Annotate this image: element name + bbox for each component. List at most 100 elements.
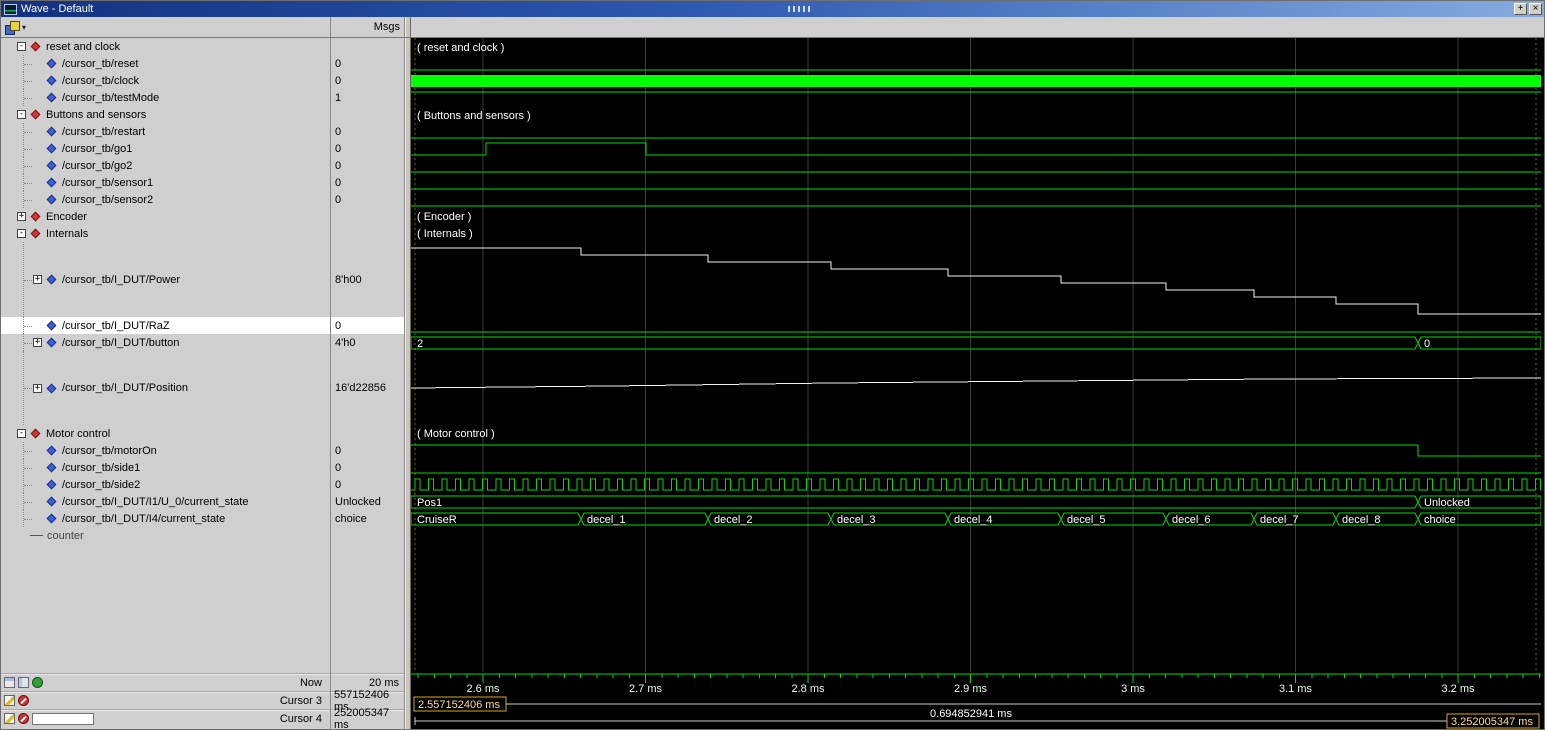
tree-row-motor-control[interactable]: - Motor control bbox=[1, 425, 330, 442]
tree-row-cursor-tb-clock[interactable]: /cursor_tb/clock bbox=[1, 72, 330, 89]
tree-row-cursor-tb-reset[interactable]: /cursor_tb/reset bbox=[1, 55, 330, 72]
tree-row-internals[interactable]: -Internals bbox=[1, 225, 330, 242]
cursor-name-edit-field[interactable] bbox=[32, 713, 94, 725]
signal-label: /cursor_tb/testMode bbox=[62, 92, 159, 104]
signal-tree: -reset and clock/cursor_tb/reset/cursor_… bbox=[1, 38, 330, 673]
signal-diamond-icon bbox=[47, 383, 57, 393]
timeline-label: 3 ms bbox=[1121, 683, 1145, 695]
tree-connector bbox=[17, 123, 33, 140]
tree-connector bbox=[17, 242, 33, 317]
expand-toggle-icon[interactable]: + bbox=[33, 275, 42, 284]
tree-row-cursor-tb-sensor1[interactable]: /cursor_tb/sensor1 bbox=[1, 174, 330, 191]
main_state-value-label: decel_2 bbox=[714, 514, 753, 526]
signal-diamond-icon bbox=[47, 463, 57, 473]
expand-toggle-icon[interactable]: - bbox=[17, 110, 26, 119]
delete-cursor-icon[interactable] bbox=[18, 695, 29, 706]
go1-waveform bbox=[411, 143, 1541, 155]
rename-cursor-icon[interactable] bbox=[4, 695, 15, 706]
signal-diamond-icon bbox=[47, 76, 57, 86]
tree-row-counter[interactable]: counter bbox=[1, 527, 330, 544]
signal-label: /cursor_tb/I_DUT/RaZ bbox=[62, 320, 170, 332]
expand-toggle-icon[interactable]: + bbox=[33, 384, 42, 393]
value-cell: 1 bbox=[331, 89, 404, 106]
tree-row-cursor-tb-testmode[interactable]: /cursor_tb/testMode bbox=[1, 89, 330, 106]
tree-row-cursor-tb-sensor2[interactable]: /cursor_tb/sensor2 bbox=[1, 191, 330, 208]
signal-diamond-icon bbox=[47, 514, 57, 524]
expand-toggle-icon[interactable]: - bbox=[17, 429, 26, 438]
delete-cursor-icon[interactable] bbox=[18, 713, 29, 724]
expand-toggle-icon[interactable]: + bbox=[33, 338, 42, 347]
expand-toggle-icon[interactable]: + bbox=[17, 212, 26, 221]
value-cell: 0 bbox=[331, 157, 404, 174]
expand-toggle-icon[interactable]: - bbox=[17, 42, 26, 51]
edit-mode-icon[interactable] bbox=[18, 677, 29, 688]
add-cursor-icon[interactable] bbox=[32, 677, 43, 688]
column-header-row: ▾ Msgs bbox=[1, 17, 1544, 38]
names-column: -reset and clock/cursor_tb/reset/cursor_… bbox=[1, 38, 331, 729]
wave-canvas[interactable]: 20Pos1UnlockedCruiseRdecel_1decel_2decel… bbox=[411, 38, 1544, 729]
divider-line bbox=[30, 535, 43, 536]
main_state-value-label: decel_6 bbox=[1172, 514, 1211, 526]
wave-window: Wave - Default + × ▾ Msgs -reset and clo… bbox=[0, 0, 1545, 730]
tree-row-cursor-tb-i-dut-position[interactable]: +/cursor_tb/I_DUT/Position bbox=[1, 351, 330, 425]
main_state-value-label: decel_8 bbox=[1342, 514, 1381, 526]
wave-group-label: ( Encoder ) bbox=[417, 211, 471, 223]
signal-label: /cursor_tb/motorOn bbox=[62, 445, 157, 457]
tree-row-cursor-tb-i-dut-power[interactable]: +/cursor_tb/I_DUT/Power bbox=[1, 242, 330, 317]
wave-toolbox-icon[interactable] bbox=[5, 21, 19, 34]
value-cell: 4'h0 bbox=[331, 334, 404, 351]
tree-row-cursor-tb-i-dut-i4-current-state[interactable]: /cursor_tb/I_DUT/I4/current_state bbox=[1, 510, 330, 527]
main_state-value-label: choice bbox=[1424, 514, 1456, 526]
motorOn-waveform bbox=[411, 445, 1541, 456]
value-cell: 0 bbox=[331, 476, 404, 493]
tree-row-cursor-tb-side1[interactable]: /cursor_tb/side1 bbox=[1, 459, 330, 476]
timeline-label: 2.7 ms bbox=[629, 683, 663, 695]
tree-row-encoder[interactable]: + Encoder bbox=[1, 208, 330, 225]
clock-waveform bbox=[411, 75, 1541, 87]
timeline-label: 2.6 ms bbox=[466, 683, 500, 695]
group-label: Motor control bbox=[46, 428, 110, 440]
tree-connector bbox=[17, 459, 33, 476]
value-cell: 0 bbox=[331, 55, 404, 72]
tree-row-cursor-tb-i-dut-button[interactable]: +/cursor_tb/I_DUT/button bbox=[1, 334, 330, 351]
rename-cursor-icon[interactable] bbox=[4, 713, 15, 724]
undock-button[interactable]: + bbox=[1514, 3, 1527, 15]
msgs-column-label: Msgs bbox=[374, 21, 400, 33]
expand-toggle-icon[interactable]: - bbox=[17, 229, 26, 238]
dropdown-arrow-icon[interactable]: ▾ bbox=[22, 23, 26, 32]
tree-row-cursor-tb-i-dut-i1-u-0-current-state[interactable]: /cursor_tb/I_DUT/I1/U_0/current_state bbox=[1, 493, 330, 510]
window-title: Wave - Default bbox=[21, 3, 93, 15]
value-cell: 0 bbox=[331, 442, 404, 459]
tree-connector bbox=[17, 442, 33, 459]
tree-row-cursor-tb-go2[interactable]: /cursor_tb/go2 bbox=[1, 157, 330, 174]
cursor4-row[interactable]: Cursor 4 bbox=[1, 709, 330, 727]
tree-row-buttons-and-sensors[interactable]: -Buttons and sensors bbox=[1, 106, 330, 123]
titlebar[interactable]: Wave - Default + × bbox=[1, 1, 1544, 17]
button-bus-segment bbox=[411, 337, 1418, 349]
signal-label: /cursor_tb/restart bbox=[62, 126, 145, 138]
signal-label: /cursor_tb/sensor2 bbox=[62, 194, 153, 206]
cursor3-row[interactable]: Cursor 3 bbox=[1, 691, 330, 709]
tree-row-reset-and-clock[interactable]: -reset and clock bbox=[1, 38, 330, 55]
values-column: 001000008'h0004'h016'd22856000Unlockedch… bbox=[331, 38, 405, 729]
close-button[interactable]: × bbox=[1529, 3, 1542, 15]
cursor-time-value: 2.557152406 ms bbox=[418, 699, 500, 711]
signal-label: /cursor_tb/reset bbox=[62, 58, 138, 70]
group-label: Encoder bbox=[46, 211, 87, 223]
cursor4-label: Cursor 4 bbox=[280, 713, 326, 725]
titlebar-splitter-handle[interactable] bbox=[788, 6, 812, 12]
tree-row-cursor-tb-motoron[interactable]: /cursor_tb/motorOn bbox=[1, 442, 330, 459]
timeline-label: 3.1 ms bbox=[1279, 683, 1313, 695]
tree-row-cursor-tb-side2[interactable]: /cursor_tb/side2 bbox=[1, 476, 330, 493]
cursor4-value-row: 252005347 ms bbox=[331, 709, 404, 727]
select-mode-icon[interactable] bbox=[4, 677, 15, 688]
signal-diamond-icon bbox=[47, 161, 57, 171]
timeline-label: 2.9 ms bbox=[954, 683, 988, 695]
tree-row-cursor-tb-go1[interactable]: /cursor_tb/go1 bbox=[1, 140, 330, 157]
tree-row-cursor-tb-restart[interactable]: /cursor_tb/restart bbox=[1, 123, 330, 140]
tree-row-cursor-tb-i-dut-raz[interactable]: /cursor_tb/I_DUT/RaZ bbox=[1, 317, 330, 334]
now-row: Now bbox=[1, 673, 330, 691]
tree-connector bbox=[17, 157, 33, 174]
signal-diamond-icon bbox=[47, 480, 57, 490]
value-cell bbox=[331, 527, 404, 544]
